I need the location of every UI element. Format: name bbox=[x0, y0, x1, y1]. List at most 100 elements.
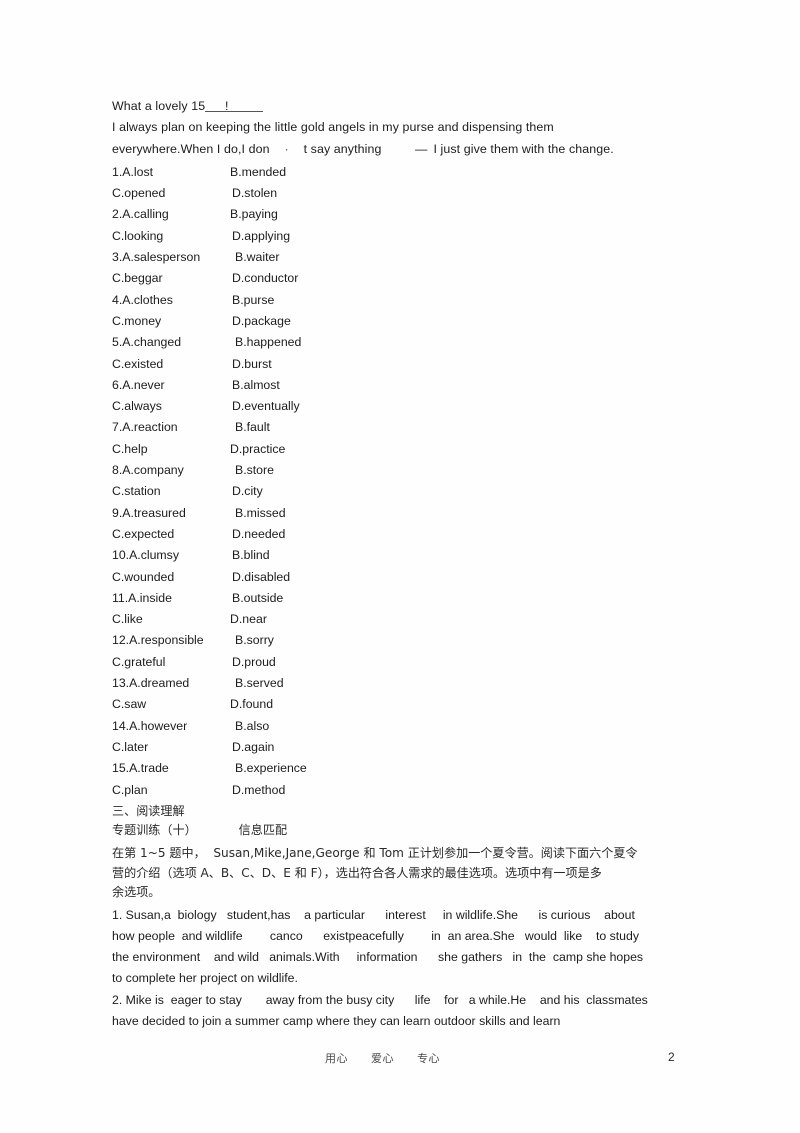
cloze-option-left[interactable]: C.wounded bbox=[112, 567, 230, 588]
cloze-options-list: 1.A.lost B.mended C.opened D.stolen 2.A.call… bbox=[112, 162, 692, 801]
cloze-option-left[interactable]: C.plan bbox=[112, 780, 230, 801]
exclamation-mark: ! bbox=[225, 99, 229, 113]
reading-item: 1. Susan,a biology student,has a particu… bbox=[112, 905, 692, 990]
cloze-option-right[interactable]: B.outside bbox=[230, 588, 283, 609]
cloze-option-right[interactable]: B.fault bbox=[230, 417, 270, 438]
cloze-option-right[interactable]: D.package bbox=[230, 311, 291, 332]
cloze-option-right[interactable]: D.needed bbox=[230, 524, 285, 545]
cloze-option-left[interactable]: 9.A.treasured bbox=[112, 503, 230, 524]
cloze-option-right[interactable]: D.found bbox=[230, 694, 273, 715]
cloze-option-right[interactable]: B.store bbox=[230, 460, 274, 481]
cloze-option-left[interactable]: C.beggar bbox=[112, 268, 230, 289]
cloze-option-right[interactable]: D.again bbox=[230, 737, 274, 758]
cloze-option-row: C.expected D.needed bbox=[112, 524, 692, 545]
cloze-option-right[interactable]: D.eventually bbox=[230, 396, 300, 417]
cloze-option-right[interactable]: D.disabled bbox=[230, 567, 290, 588]
reading-items: 1. Susan,a biology student,has a particu… bbox=[112, 905, 692, 1032]
cloze-option-left[interactable]: C.expected bbox=[112, 524, 230, 545]
cloze-option-row: 3.A.salesperson B.waiter bbox=[112, 247, 692, 268]
cloze-option-row: 8.A.company B.store bbox=[112, 460, 692, 481]
cloze-option-left[interactable]: 7.A.reaction bbox=[112, 417, 230, 438]
cloze-option-left[interactable]: 3.A.salesperson bbox=[112, 247, 230, 268]
cloze-option-right[interactable]: D.city bbox=[230, 481, 263, 502]
cloze-option-right[interactable]: B.missed bbox=[230, 503, 286, 524]
cloze-option-left[interactable]: 2.A.calling bbox=[112, 204, 230, 225]
cloze-option-left[interactable]: C.like bbox=[112, 609, 230, 630]
cloze-option-right[interactable]: B.mended bbox=[230, 162, 286, 183]
cloze-option-right[interactable]: D.conductor bbox=[230, 268, 298, 289]
reading-item-line: 1. Susan,a biology student,has a particu… bbox=[112, 907, 635, 922]
cloze-option-row: 15.A.trade B.experience bbox=[112, 758, 692, 779]
footer-motto: 用心 爱心 专心 bbox=[325, 1052, 440, 1065]
reading-topic-label: 专题训练（十） bbox=[112, 823, 197, 838]
document-body: What a lovely 15 ! I always plan on keep… bbox=[112, 96, 692, 1032]
cloze-option-left[interactable]: 1.A.lost bbox=[112, 162, 230, 183]
cloze-option-row: C.saw D.found bbox=[112, 694, 692, 715]
cloze-option-right[interactable]: D.applying bbox=[230, 226, 290, 247]
cloze-option-left[interactable]: 11.A.inside bbox=[112, 588, 230, 609]
cloze-option-right[interactable]: B.sorry bbox=[230, 630, 274, 651]
reading-instruction-line-2: 营的介绍（选项 A、B、C、D、E 和 F），选出符合各人需求的最佳选项。选项中… bbox=[112, 865, 602, 880]
answer-blank-15[interactable] bbox=[205, 98, 264, 112]
cloze-option-left[interactable]: 14.A.however bbox=[112, 716, 230, 737]
reading-section-heading: 三、阅读理解 bbox=[112, 803, 185, 818]
passage-line-1-text: What a lovely 15 bbox=[112, 99, 206, 113]
cloze-option-right[interactable]: B.experience bbox=[230, 758, 307, 779]
cloze-option-left[interactable]: 8.A.company bbox=[112, 460, 230, 481]
cloze-option-row: 7.A.reaction B.fault bbox=[112, 417, 692, 438]
reading-section: 三、阅读理解 专题训练（十） 信息匹配 在第 1~5 题中， Susan,Mike… bbox=[112, 802, 692, 1032]
cloze-option-row: C.money D.package bbox=[112, 311, 692, 332]
footer-page-number: 2 bbox=[668, 1050, 675, 1064]
reading-item-line: the environment and wild animals.With in… bbox=[112, 950, 644, 965]
cloze-option-left[interactable]: C.looking bbox=[112, 226, 230, 247]
cloze-option-left[interactable]: C.money bbox=[112, 311, 230, 332]
cloze-option-left[interactable]: C.station bbox=[112, 481, 230, 502]
reading-item-line: 2. Mike is eager to stay away from the b… bbox=[112, 992, 648, 1007]
cloze-option-right[interactable]: D.stolen bbox=[230, 183, 277, 204]
page-canvas: What a lovely 15 ! I always plan on keep… bbox=[0, 0, 800, 1133]
passage-line-3: everywhere.When I do,I don · t say anythin… bbox=[112, 139, 692, 160]
cloze-option-left[interactable]: 6.A.never bbox=[112, 375, 230, 396]
reading-instruction-line-1: 在第 1~5 题中， Susan,Mike,Jane,George 和 Tom … bbox=[112, 845, 638, 860]
cloze-option-left[interactable]: 12.A.responsible bbox=[112, 630, 230, 651]
cloze-option-left[interactable]: C.grateful bbox=[112, 652, 230, 673]
cloze-option-right[interactable]: B.purse bbox=[230, 290, 274, 311]
cloze-option-left[interactable]: C.saw bbox=[112, 694, 230, 715]
cloze-option-row: 4.A.clothes B.purse bbox=[112, 290, 692, 311]
cloze-option-right[interactable]: D.near bbox=[230, 609, 267, 630]
cloze-option-right[interactable]: B.waiter bbox=[230, 247, 279, 268]
cloze-option-row: C.station D.city bbox=[112, 481, 692, 502]
cloze-option-row: C.help D.practice bbox=[112, 439, 692, 460]
reading-topic-line: 专题训练（十） 信息匹配 bbox=[112, 821, 692, 841]
cloze-option-row: 5.A.changed B.happened bbox=[112, 332, 692, 353]
cloze-option-right[interactable]: D.burst bbox=[230, 354, 272, 375]
cloze-option-right[interactable]: D.practice bbox=[230, 439, 285, 460]
cloze-option-left[interactable]: C.later bbox=[112, 737, 230, 758]
cloze-option-right[interactable]: B.happened bbox=[230, 332, 301, 353]
passage-line-2: I always plan on keeping the little gold… bbox=[112, 120, 554, 135]
cloze-option-right[interactable]: D.method bbox=[230, 780, 285, 801]
em-dash: — bbox=[414, 141, 428, 156]
cloze-option-right[interactable]: B.served bbox=[230, 673, 284, 694]
cloze-option-left[interactable]: 10.A.clumsy bbox=[112, 545, 230, 566]
cloze-option-left[interactable]: C.opened bbox=[112, 183, 230, 204]
cloze-option-row: C.like D.near bbox=[112, 609, 692, 630]
cloze-option-row: 13.A.dreamed B.served bbox=[112, 673, 692, 694]
cloze-option-left[interactable]: 4.A.clothes bbox=[112, 290, 230, 311]
cloze-option-row: C.existed D.burst bbox=[112, 354, 692, 375]
reading-item-line: how people and wildlife canco existpeace… bbox=[112, 928, 640, 943]
cloze-option-left[interactable]: 15.A.trade bbox=[112, 758, 230, 779]
cloze-option-row: 2.A.calling B.paying bbox=[112, 204, 692, 225]
cloze-option-row: C.opened D.stolen bbox=[112, 183, 692, 204]
cloze-option-left[interactable]: C.existed bbox=[112, 354, 230, 375]
cloze-option-left[interactable]: 5.A.changed bbox=[112, 332, 230, 353]
reading-instruction-line-3: 余选项。 bbox=[112, 885, 161, 900]
cloze-option-left[interactable]: C.always bbox=[112, 396, 230, 417]
cloze-option-right[interactable]: B.blind bbox=[230, 545, 270, 566]
cloze-option-left[interactable]: C.help bbox=[112, 439, 230, 460]
cloze-option-right[interactable]: B.also bbox=[230, 716, 269, 737]
cloze-option-right[interactable]: B.paying bbox=[230, 204, 278, 225]
cloze-option-right[interactable]: D.proud bbox=[230, 652, 276, 673]
cloze-option-left[interactable]: 13.A.dreamed bbox=[112, 673, 230, 694]
cloze-option-right[interactable]: B.almost bbox=[230, 375, 280, 396]
